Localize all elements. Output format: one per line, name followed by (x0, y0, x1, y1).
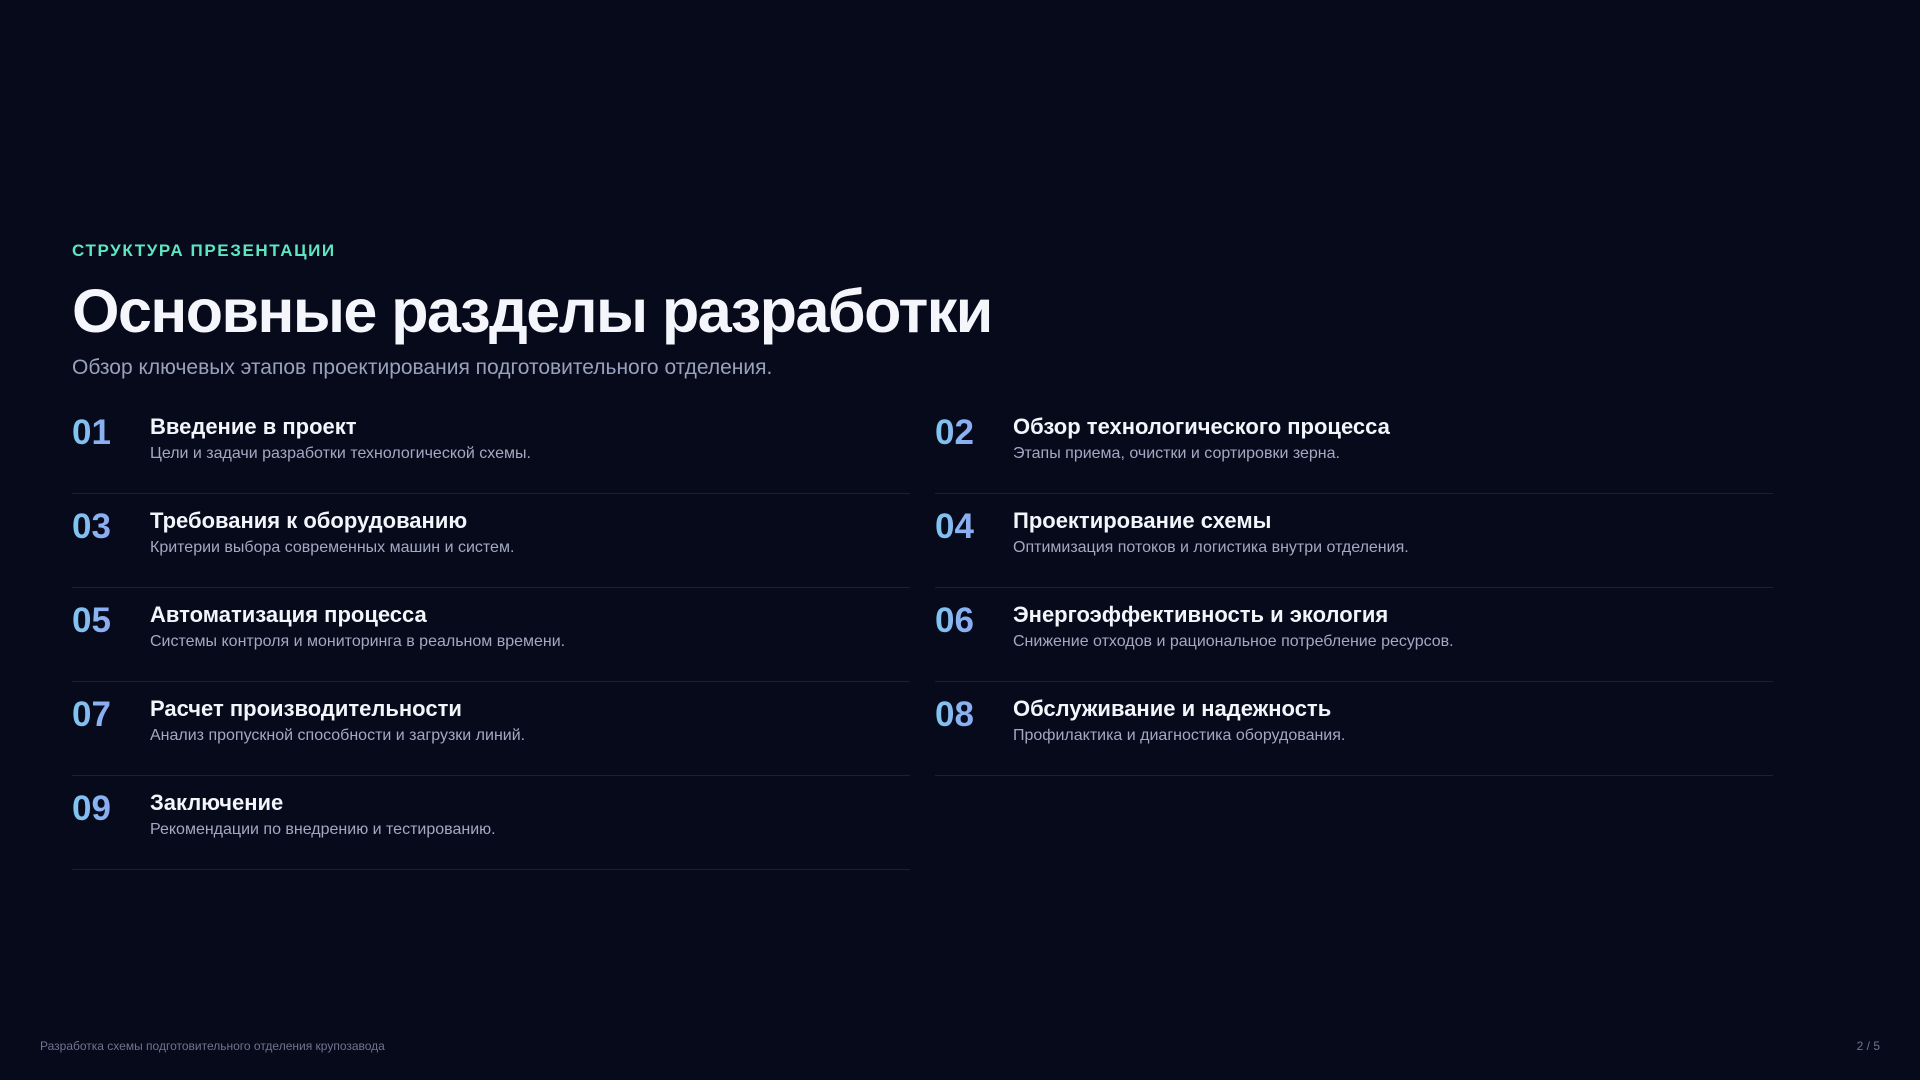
section-title: Требования к оборудованию (150, 508, 468, 533)
section-description: Цели и задачи разработки технологической… (150, 445, 531, 462)
section-description: Снижение отходов и рациональное потребле… (1013, 633, 1454, 650)
section-item-01: 01 Введение в проект Цели и задачи разра… (72, 400, 910, 494)
section-title: Обзор технологического процесса (1013, 414, 1390, 439)
section-item-08: 08 Обслуживание и надежность Профилактик… (935, 682, 1773, 776)
section-number: 04 (935, 507, 1013, 587)
section-text: Введение в проект Цели и задачи разработ… (150, 413, 531, 493)
section-description: Этапы приема, очистки и сортировки зерна… (1013, 445, 1340, 462)
eyebrow-label: СТРУКТУРА ПРЕЗЕНТАЦИИ (72, 241, 336, 260)
section-text: Расчет производительности Анализ пропуск… (150, 695, 525, 775)
section-number: 01 (72, 413, 150, 493)
section-text: Обзор технологического процесса Этапы пр… (1013, 413, 1390, 493)
section-description: Оптимизация потоков и логистика внутри о… (1013, 539, 1409, 556)
section-text: Заключение Рекомендации по внедрению и т… (150, 789, 496, 869)
section-text: Требования к оборудованию Критерии выбор… (150, 507, 514, 587)
section-text: Проектирование схемы Оптимизация потоков… (1013, 507, 1409, 587)
section-number: 07 (72, 695, 150, 775)
section-item-07: 07 Расчет производительности Анализ проп… (72, 682, 910, 776)
section-number: 05 (72, 601, 150, 681)
section-title: Заключение (150, 790, 284, 815)
footer-presentation-title: Разработка схемы подготовительного отдел… (40, 1039, 385, 1053)
slide-content: СТРУКТУРА ПРЕЗЕНТАЦИИ Основные разделы р… (72, 240, 1773, 870)
section-description: Анализ пропускной способности и загрузки… (150, 727, 526, 744)
section-number: 03 (72, 507, 150, 587)
section-description: Системы контроля и мониторинга в реально… (150, 633, 566, 650)
section-text: Энергоэффективность и экология Снижение … (1013, 601, 1454, 681)
section-item-05: 05 Автоматизация процесса Системы контро… (72, 588, 910, 682)
section-title: Введение в проект (150, 414, 357, 439)
slide-title: Основные разделы разработки (72, 277, 993, 345)
section-text: Обслуживание и надежность Профилактика и… (1013, 695, 1345, 775)
section-item-03: 03 Требования к оборудованию Критерии вы… (72, 494, 910, 588)
section-item-04: 04 Проектирование схемы Оптимизация пото… (935, 494, 1773, 588)
section-number: 09 (72, 789, 150, 869)
section-item-06: 06 Энергоэффективность и экология Снижен… (935, 588, 1773, 682)
section-text: Автоматизация процесса Системы контроля … (150, 601, 565, 681)
section-title: Обслуживание и надежность (1013, 696, 1332, 721)
section-description: Критерии выбора современных машин и сист… (150, 539, 515, 556)
section-description: Профилактика и диагностика оборудования. (1013, 727, 1346, 744)
slide-subtitle: Обзор ключевых этапов проектирования под… (72, 356, 773, 379)
section-title: Автоматизация процесса (150, 602, 427, 627)
section-number: 06 (935, 601, 1013, 681)
footer-page-number: 2 / 5 (1856, 1039, 1880, 1053)
section-title: Расчет производительности (150, 696, 462, 721)
section-number: 02 (935, 413, 1013, 493)
section-title: Энергоэффективность и экология (1013, 602, 1389, 627)
section-item-09: 09 Заключение Рекомендации по внедрению … (72, 776, 910, 870)
section-item-02: 02 Обзор технологического процесса Этапы… (935, 400, 1773, 494)
sections-grid: 01 Введение в проект Цели и задачи разра… (72, 400, 1773, 870)
section-number: 08 (935, 695, 1013, 775)
slide: СТРУКТУРА ПРЕЗЕНТАЦИИ Основные разделы р… (0, 0, 1920, 1080)
section-description: Рекомендации по внедрению и тестированию… (150, 821, 496, 838)
section-title: Проектирование схемы (1013, 508, 1272, 533)
